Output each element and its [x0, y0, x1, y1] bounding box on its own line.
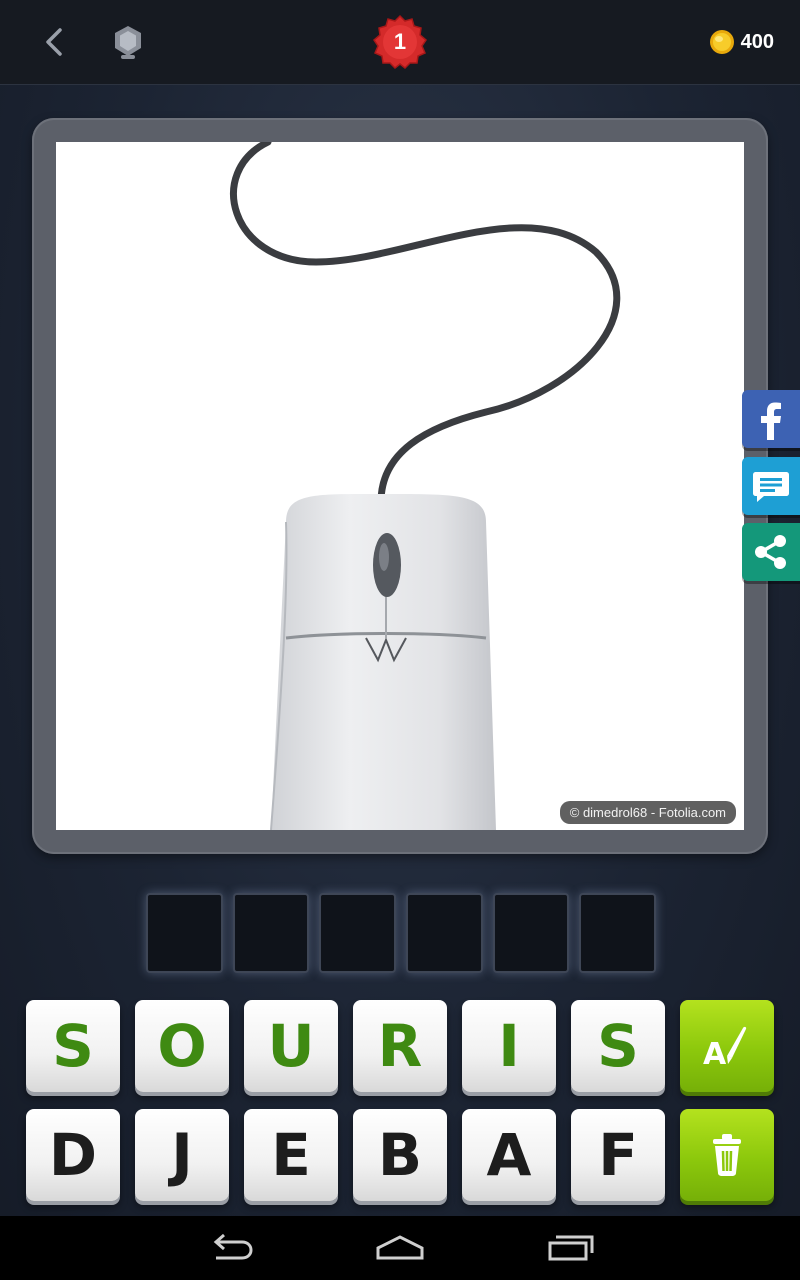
- level-badge: 1: [372, 14, 428, 70]
- answer-slot[interactable]: [492, 893, 570, 973]
- level-number: 1: [393, 29, 407, 54]
- home-icon: [376, 1235, 424, 1260]
- share-icon: [755, 535, 786, 569]
- answer-slot[interactable]: [232, 893, 310, 973]
- back-button[interactable]: [38, 22, 74, 62]
- back-arrow-icon: [213, 1233, 253, 1260]
- letter-tile[interactable]: F: [571, 1109, 665, 1201]
- shield-icon: [115, 26, 141, 59]
- coin-count: 400: [740, 30, 774, 53]
- puzzle-image-frame: © dimedrol68 - Fotolia.com: [32, 118, 768, 854]
- puzzle-image: © dimedrol68 - Fotolia.com: [56, 142, 744, 830]
- facebook-button[interactable]: [742, 390, 800, 448]
- top-bar: 1 400: [0, 0, 800, 85]
- chevron-left-icon: [46, 28, 62, 56]
- letter-tile[interactable]: I: [462, 1000, 556, 1092]
- system-nav-bar: [0, 1216, 800, 1280]
- letter-tile[interactable]: A: [462, 1109, 556, 1201]
- letter-tile[interactable]: U: [244, 1000, 338, 1092]
- photo-credit: © dimedrol68 - Fotolia.com: [559, 801, 736, 824]
- letter-row-2: D J E B A F: [26, 1109, 774, 1201]
- answer-slots: [146, 893, 657, 973]
- answer-slot[interactable]: [319, 893, 397, 973]
- reveal-letter-button[interactable]: A: [680, 1000, 774, 1092]
- letter-row-1: S O U R I S A: [26, 1000, 774, 1092]
- message-button[interactable]: [742, 457, 800, 515]
- facebook-icon: [761, 402, 781, 440]
- nav-recents-button[interactable]: [546, 1232, 598, 1264]
- letter-tile[interactable]: R: [353, 1000, 447, 1092]
- letter-tile[interactable]: D: [26, 1109, 120, 1201]
- letter-tile[interactable]: O: [135, 1000, 229, 1092]
- answer-slot[interactable]: [406, 893, 483, 973]
- nav-home-button[interactable]: [374, 1232, 426, 1264]
- letter-tile[interactable]: S: [571, 1000, 665, 1092]
- letter-tile[interactable]: S: [26, 1000, 120, 1092]
- trash-icon: [713, 1134, 741, 1176]
- recents-icon: [548, 1235, 594, 1261]
- letter-tile[interactable]: E: [244, 1109, 338, 1201]
- answer-slot[interactable]: [579, 893, 657, 973]
- coin-balance[interactable]: 400: [709, 26, 774, 58]
- svg-text:A: A: [703, 1037, 727, 1072]
- letter-tile[interactable]: B: [353, 1109, 447, 1201]
- reveal-letter-icon: A: [703, 1026, 747, 1072]
- computer-mouse-picture: [230, 142, 621, 830]
- shield-button[interactable]: [110, 22, 146, 62]
- answer-slot[interactable]: [146, 893, 223, 973]
- remove-letters-button[interactable]: [680, 1109, 774, 1201]
- message-icon: [753, 472, 789, 502]
- letter-tile[interactable]: J: [135, 1109, 229, 1201]
- gold-coin-icon: [709, 30, 734, 54]
- nav-back-button[interactable]: [204, 1232, 256, 1264]
- share-button[interactable]: [742, 523, 800, 581]
